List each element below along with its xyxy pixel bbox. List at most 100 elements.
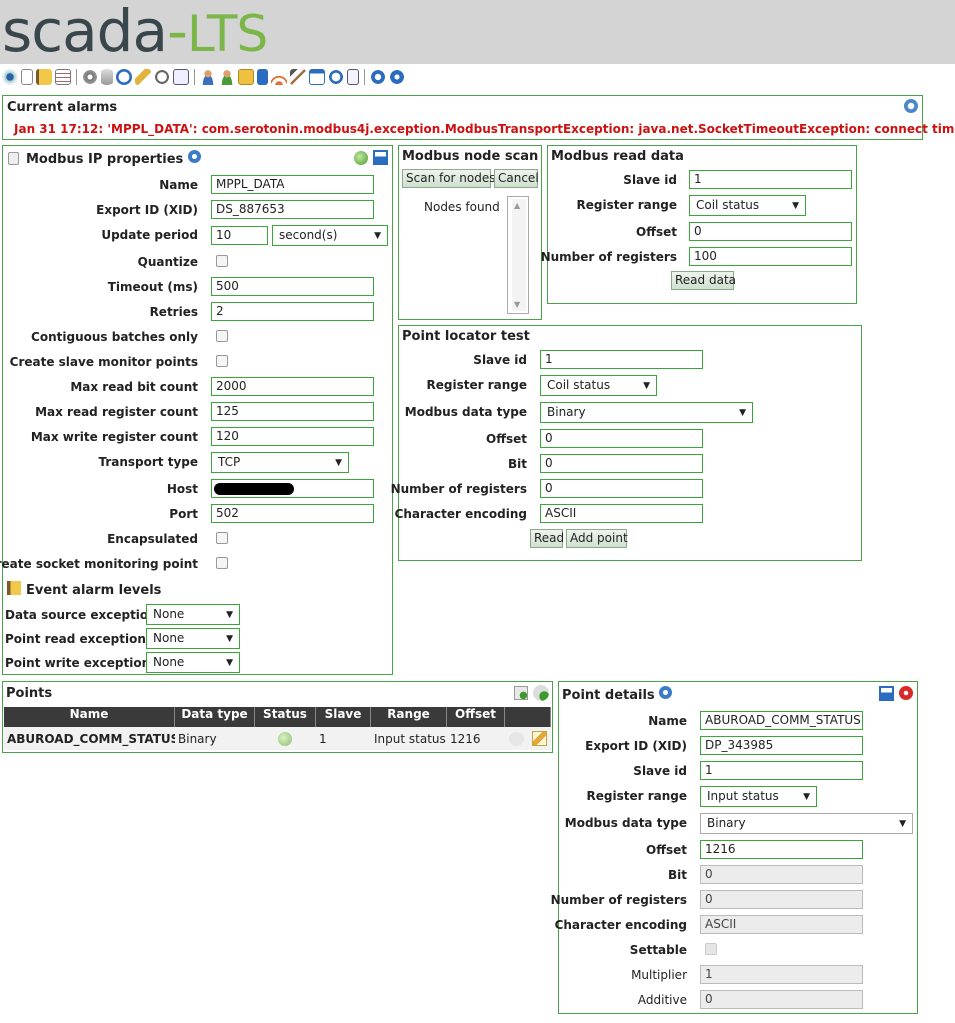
cancel-scan-button[interactable]: Cancel [494, 169, 539, 188]
read-data-button[interactable]: Read data [671, 271, 736, 290]
slave-monitor-checkbox[interactable] [216, 355, 228, 367]
max-read-bit-input[interactable]: 2000 [211, 377, 374, 396]
transport-type-select[interactable]: TCP [211, 452, 349, 473]
number-of-registers-input[interactable]: 0 [540, 479, 703, 498]
slave-id-input[interactable]: 1 [689, 170, 852, 189]
number-of-registers-input[interactable]: 100 [689, 247, 852, 266]
alarm-message[interactable]: Jan 31 17:12: 'MPPL_DATA': com.serotonin… [14, 122, 955, 136]
character-encoding-label: Character encoding [554, 918, 687, 932]
timeout-label: Timeout (ms) [107, 280, 198, 294]
number-of-registers-input[interactable]: 0 [700, 890, 863, 909]
gear-icon[interactable] [82, 69, 98, 85]
event-level-select[interactable]: None [146, 604, 240, 625]
eye-icon[interactable] [2, 69, 18, 85]
offset-label: Offset [646, 843, 687, 857]
point-name-cell[interactable]: ABUROAD_COMM_STATUS [4, 728, 179, 750]
column-header-offset[interactable]: Offset [447, 707, 505, 727]
help-icon[interactable] [188, 150, 201, 163]
scroll-down-icon[interactable]: ▼ [514, 300, 520, 309]
encapsulated-checkbox[interactable] [216, 532, 228, 544]
bit-input[interactable]: 0 [540, 454, 703, 473]
add-point-icon[interactable] [533, 685, 549, 701]
scan-for-nodes-button[interactable]: Scan for nodes [402, 169, 496, 188]
document-icon[interactable] [347, 69, 359, 85]
delete-icon[interactable] [899, 686, 913, 700]
toggle-enabled-icon[interactable] [354, 151, 368, 165]
clock-icon[interactable] [116, 69, 132, 85]
multiplier-input[interactable]: 1 [700, 965, 863, 984]
window-icon[interactable] [309, 69, 325, 85]
report-icon[interactable] [173, 69, 189, 85]
toggle-point-icon[interactable] [509, 732, 524, 746]
refresh-icon[interactable] [328, 69, 344, 85]
slave-id-input[interactable]: 1 [540, 350, 703, 369]
max-write-register-input[interactable]: 120 [211, 427, 374, 446]
max-read-register-input[interactable]: 125 [211, 402, 374, 421]
column-header-name[interactable]: Name [4, 707, 175, 727]
character-encoding-input[interactable]: ASCII [540, 504, 703, 523]
folder-icon[interactable] [238, 69, 254, 85]
add-point-button[interactable]: Add point [566, 529, 628, 548]
save-icon[interactable] [879, 686, 894, 701]
calculator-icon[interactable] [257, 69, 268, 85]
offset-input[interactable]: 0 [540, 429, 703, 448]
offset-input[interactable]: 1216 [700, 840, 863, 859]
slave-id-label: Slave id [633, 764, 687, 778]
socket-monitoring-checkbox[interactable] [216, 557, 228, 569]
timeout-input[interactable]: 500 [211, 277, 374, 296]
scrollbar[interactable] [512, 199, 526, 311]
help-icon[interactable] [389, 69, 405, 85]
scada-lts-logo[interactable]: scada-LTS [2, 0, 268, 64]
wrench-icon[interactable] [135, 69, 151, 85]
retries-input[interactable]: 2 [211, 302, 374, 321]
bit-input[interactable]: 0 [700, 865, 863, 884]
xid-input[interactable]: DP_343985 [700, 736, 863, 755]
export-icon[interactable] [514, 686, 528, 700]
register-range-select[interactable]: Input status [700, 786, 817, 807]
slave-id-input[interactable]: 1 [700, 761, 863, 780]
user-icon[interactable] [200, 69, 216, 85]
link-icon[interactable] [154, 69, 170, 85]
modbus-data-type-select[interactable]: Binary [700, 813, 913, 834]
help-icon[interactable] [659, 686, 672, 699]
scroll-up-icon[interactable]: ▲ [514, 201, 520, 210]
page-icon[interactable] [21, 69, 33, 85]
column-header-slave[interactable]: Slave [316, 707, 371, 727]
update-period-input[interactable]: 10 [211, 226, 268, 245]
offset-input[interactable]: 0 [689, 222, 852, 241]
signal-icon[interactable] [271, 69, 287, 85]
quantize-checkbox[interactable] [216, 255, 228, 267]
settable-checkbox[interactable] [705, 943, 717, 955]
register-range-select[interactable]: Coil status [689, 195, 806, 216]
event-level-select[interactable]: None [146, 652, 240, 673]
offset-label: Offset [636, 225, 677, 239]
encapsulated-label: Encapsulated [107, 532, 198, 546]
main-toolbar [0, 66, 955, 88]
name-input[interactable]: ABUROAD_COMM_STATUS [700, 711, 863, 730]
register-range-select[interactable]: Coil status [540, 375, 657, 396]
character-encoding-input[interactable]: ASCII [700, 915, 863, 934]
column-header-status[interactable]: Status [255, 707, 316, 727]
additive-input[interactable]: 0 [700, 990, 863, 1009]
collapse-alarms-icon[interactable] [904, 99, 918, 113]
contiguous-batches-checkbox[interactable] [216, 330, 228, 342]
modbus-data-type-select[interactable]: Binary [540, 402, 753, 423]
event-level-select[interactable]: None [146, 628, 240, 649]
port-input[interactable]: 502 [211, 504, 374, 523]
hammer-icon[interactable] [290, 69, 306, 85]
flag-icon[interactable] [36, 69, 52, 85]
list-icon[interactable] [55, 69, 71, 85]
column-header-range[interactable]: Range [371, 707, 447, 727]
edit-point-icon[interactable] [532, 731, 547, 746]
column-header-data-type[interactable]: Data type [175, 707, 255, 727]
stop-icon[interactable] [370, 69, 386, 85]
save-icon[interactable] [373, 150, 388, 165]
database-icon[interactable] [101, 69, 113, 85]
name-input[interactable]: MPPL_DATA [211, 175, 374, 194]
xid-input[interactable]: DS_887653 [211, 200, 374, 219]
read-button[interactable]: Read [530, 529, 564, 548]
update-period-unit-select[interactable]: second(s) [272, 225, 388, 246]
users-icon[interactable] [219, 69, 235, 85]
column-header-actions [505, 707, 551, 727]
host-label: Host [166, 482, 198, 496]
